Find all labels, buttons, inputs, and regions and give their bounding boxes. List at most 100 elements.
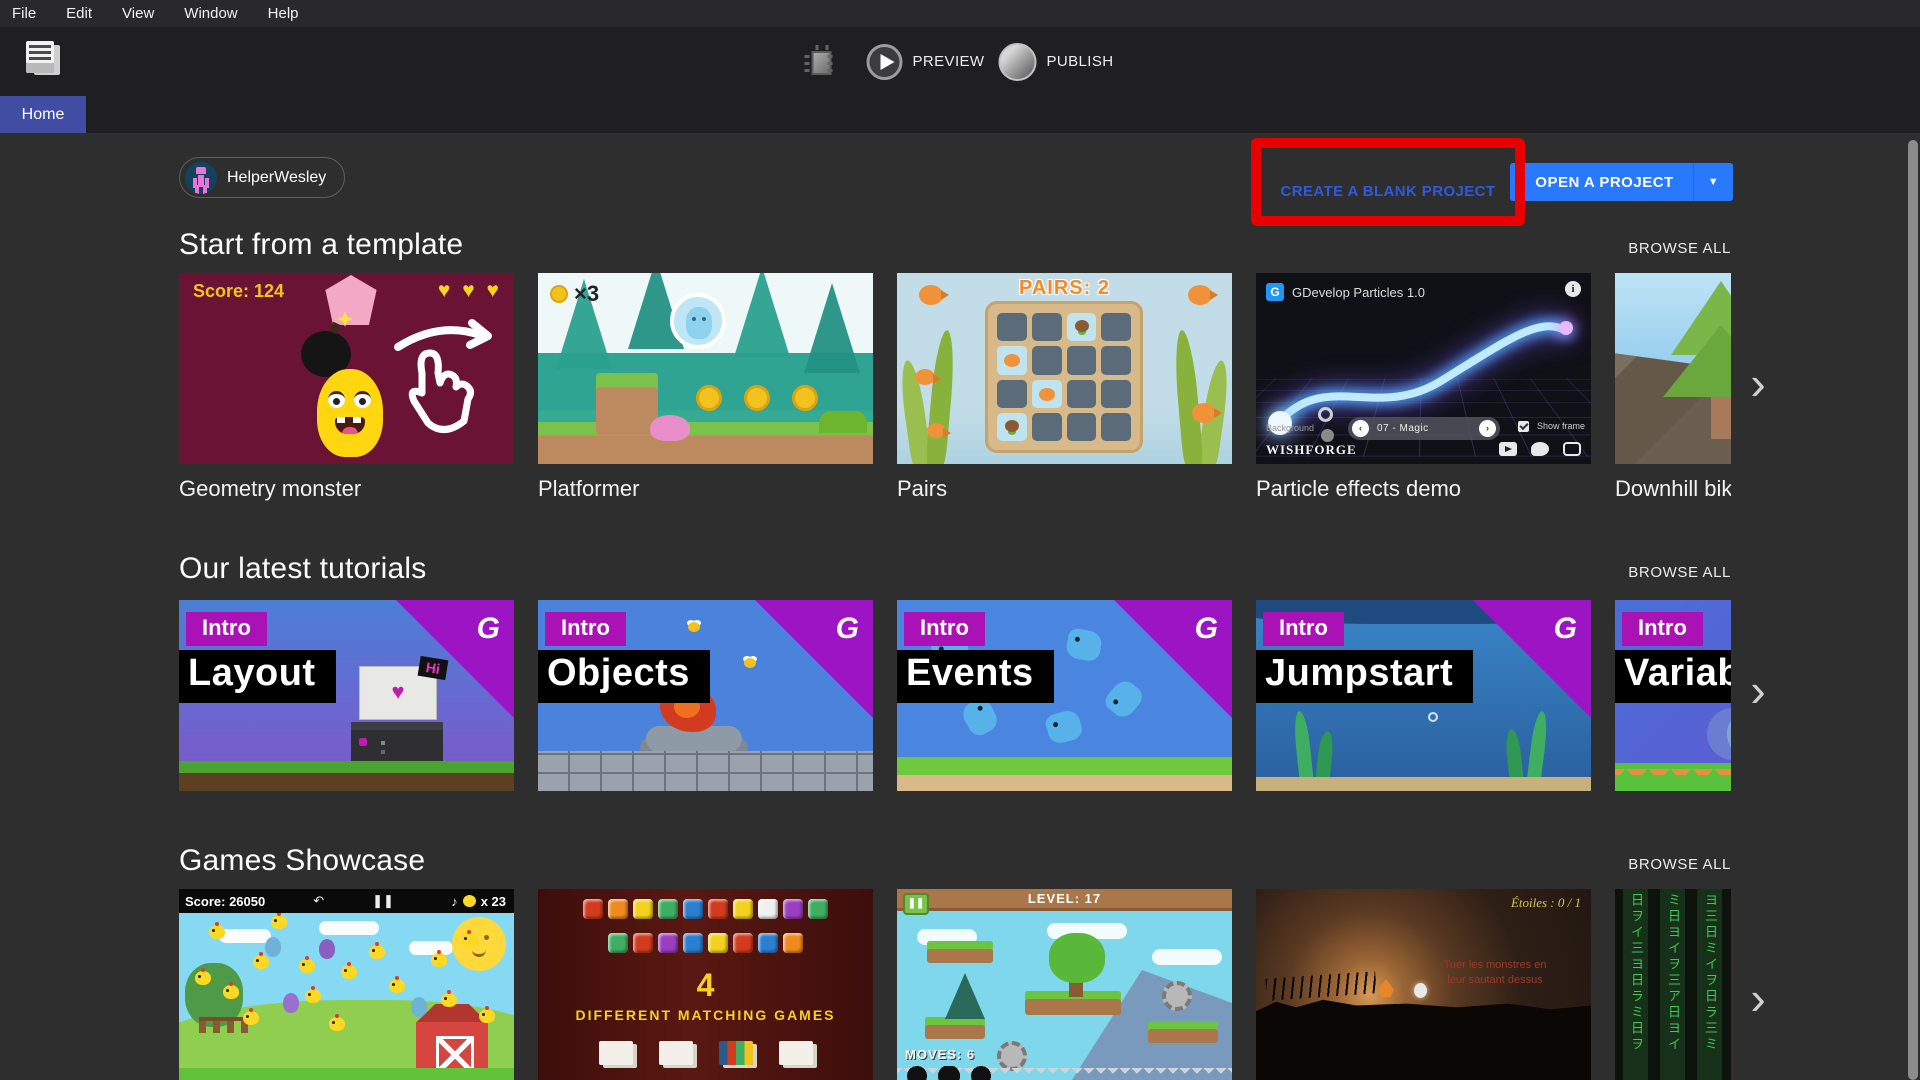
gdevelop-logo: G bbox=[1554, 612, 1577, 646]
publish-icon bbox=[998, 43, 1036, 81]
toggle-dot bbox=[1321, 429, 1334, 442]
hearts: ♥ ♥ ♥ bbox=[438, 279, 502, 303]
section-title-showcase: Games Showcase bbox=[179, 844, 425, 878]
coin-icon bbox=[550, 285, 568, 303]
coin bbox=[744, 385, 770, 411]
template-card-geometry-monster[interactable]: Score: 124 ♥ ♥ ♥ Geometry monster bbox=[179, 273, 514, 508]
card-cell-snail bbox=[1067, 313, 1097, 341]
tutorial-card-layout[interactable]: ♥ Hi G Intro Layout bbox=[179, 600, 514, 791]
tab-home[interactable]: Home bbox=[0, 96, 86, 133]
gdevelop-home-screen: File Edit View Window Help PREVIEW PUBLI… bbox=[0, 0, 1920, 1080]
tutorial-thumb-layout: ♥ Hi G Intro Layout bbox=[179, 600, 514, 791]
grass-strip bbox=[897, 757, 1232, 791]
browse-all-tutorials[interactable]: BROWSE ALL bbox=[1628, 564, 1731, 581]
card-label: Particle effects demo bbox=[1256, 476, 1591, 502]
project-manager-icon[interactable] bbox=[24, 41, 62, 81]
fish bbox=[1188, 285, 1212, 305]
tutorial-card-events[interactable]: G Intro Events bbox=[897, 600, 1232, 791]
showcase-card-chicken-game[interactable]: Score: 26050 ↶ ❚❚ ♪ x 23 bbox=[179, 889, 514, 1080]
platform bbox=[925, 1017, 985, 1039]
create-blank-project-button[interactable]: CREATE A BLANK PROJECT bbox=[1266, 173, 1510, 211]
tile bbox=[633, 899, 653, 919]
template-thumb-platformer: ×3 bbox=[538, 273, 873, 464]
falling-bird bbox=[1102, 676, 1147, 721]
browse-all-templates[interactable]: BROWSE ALL bbox=[1628, 240, 1731, 257]
bubble bbox=[1428, 712, 1438, 722]
publish-label: PUBLISH bbox=[1046, 53, 1113, 70]
menu-help[interactable]: Help bbox=[268, 5, 299, 22]
chick bbox=[253, 955, 269, 969]
card-label: Downhill bik bbox=[1615, 476, 1731, 502]
menu-window[interactable]: Window bbox=[184, 5, 237, 22]
chick bbox=[431, 953, 447, 967]
template-card-pairs[interactable]: PAIRS: 2 bbox=[897, 273, 1232, 508]
template-card-downhill-bike[interactable]: G Downhill bik bbox=[1615, 273, 1731, 508]
tile bbox=[583, 899, 603, 919]
info-icon: i bbox=[1565, 281, 1581, 297]
debug-icon[interactable] bbox=[807, 45, 837, 79]
chick bbox=[329, 1017, 345, 1031]
template-thumb-geometry-monster: Score: 124 ♥ ♥ ♥ bbox=[179, 273, 514, 464]
tutorial-card-variables[interactable]: +1 G Intro Variab bbox=[1615, 600, 1731, 791]
menu-view[interactable]: View bbox=[122, 5, 154, 22]
background-label: Background bbox=[1266, 423, 1314, 433]
tile bbox=[758, 933, 778, 953]
showcase-card-pixel-platformer[interactable]: LEVEL: 17 ❚❚ MOVES: 6 bbox=[897, 889, 1232, 1080]
fish bbox=[915, 369, 935, 385]
showcase-thumb-chicken-game: Score: 26050 ↶ ❚❚ ♪ x 23 bbox=[179, 889, 514, 1080]
open-project-button[interactable]: OPEN A PROJECT ▼ bbox=[1510, 163, 1733, 201]
avatar bbox=[185, 162, 217, 194]
card-cell bbox=[1101, 313, 1131, 341]
seaweed bbox=[1315, 730, 1334, 781]
player-character bbox=[670, 293, 726, 349]
tutorial-title: Events bbox=[897, 650, 1054, 703]
user-profile-chip[interactable]: HelperWesley bbox=[179, 157, 345, 198]
menu-bar: File Edit View Window Help bbox=[0, 0, 1920, 27]
pine-tree bbox=[945, 973, 985, 1019]
moves-counter: MOVES: 6 bbox=[905, 1047, 975, 1062]
tile bbox=[808, 899, 828, 919]
menu-file[interactable]: File bbox=[12, 5, 36, 22]
grass-strip bbox=[179, 761, 514, 791]
showcase-card-night-game[interactable]: Étoiles : 0 / 1 Tuer les monstres en leu… bbox=[1256, 889, 1591, 1080]
chevron-down-icon[interactable]: ▼ bbox=[1693, 163, 1733, 201]
tutorials-next-chevron[interactable]: › bbox=[1738, 670, 1778, 710]
browse-all-showcase[interactable]: BROWSE ALL bbox=[1628, 856, 1731, 873]
preview-button[interactable]: PREVIEW bbox=[867, 44, 985, 80]
templates-row: Score: 124 ♥ ♥ ♥ Geometry monster bbox=[179, 273, 1731, 508]
tile bbox=[633, 933, 653, 953]
showcase-thumb-night-game: Étoiles : 0 / 1 Tuer les monstres en leu… bbox=[1256, 889, 1591, 1080]
level-bar: LEVEL: 17 bbox=[897, 889, 1232, 911]
showcase-next-chevron[interactable]: › bbox=[1738, 978, 1778, 1018]
grass-strip bbox=[1615, 763, 1731, 791]
tile bbox=[683, 899, 703, 919]
stars-counter: Étoiles : 0 / 1 bbox=[1511, 895, 1581, 911]
card-cell bbox=[997, 313, 1027, 341]
platform bbox=[1148, 1021, 1218, 1043]
template-thumb-downhill-bike: G bbox=[1615, 273, 1731, 464]
tutorial-card-objects[interactable]: G Intro Objects bbox=[538, 600, 873, 791]
mode-preview bbox=[599, 1041, 633, 1065]
showcase-card-matrix-game[interactable]: 日ヲイ三ヨ日ラミ日ヲ ミ日ヨイヲ三ア日ヨイ ヨ三日ミイヲ日ラ三ミ イヲミ日三ヨラ… bbox=[1615, 889, 1731, 1080]
tutorial-card-jumpstart[interactable]: G Intro Jumpstart bbox=[1256, 600, 1591, 791]
intro-badge: Intro bbox=[904, 612, 985, 646]
score-text: Score: 124 bbox=[193, 281, 284, 302]
gdevelop-logo: G bbox=[477, 612, 500, 646]
hud-right: ♪ x 23 bbox=[451, 894, 506, 909]
easter-egg bbox=[283, 993, 299, 1013]
tile-word-row bbox=[538, 899, 873, 919]
publish-button[interactable]: PUBLISH bbox=[998, 43, 1113, 81]
vertical-scrollbar[interactable] bbox=[1908, 140, 1918, 1080]
menu-edit[interactable]: Edit bbox=[66, 5, 92, 22]
seaweed bbox=[1172, 329, 1204, 464]
chick-icon bbox=[463, 895, 476, 907]
showcase-card-tile-on[interactable]: 4 DIFFERENT MATCHING GAMES bbox=[538, 889, 873, 1080]
demo-title: GDevelop Particles 1.0 bbox=[1292, 285, 1425, 300]
easter-egg bbox=[265, 937, 281, 957]
templates-next-chevron[interactable]: › bbox=[1738, 363, 1778, 403]
tutorial-title: Variab bbox=[1615, 650, 1731, 703]
template-card-particle-effects[interactable]: G GDevelop Particles 1.0 i Background ‹ … bbox=[1256, 273, 1591, 508]
card-label: Pairs bbox=[897, 476, 1232, 502]
bee bbox=[688, 622, 700, 632]
template-card-platformer[interactable]: ×3 Platformer bbox=[538, 273, 873, 508]
